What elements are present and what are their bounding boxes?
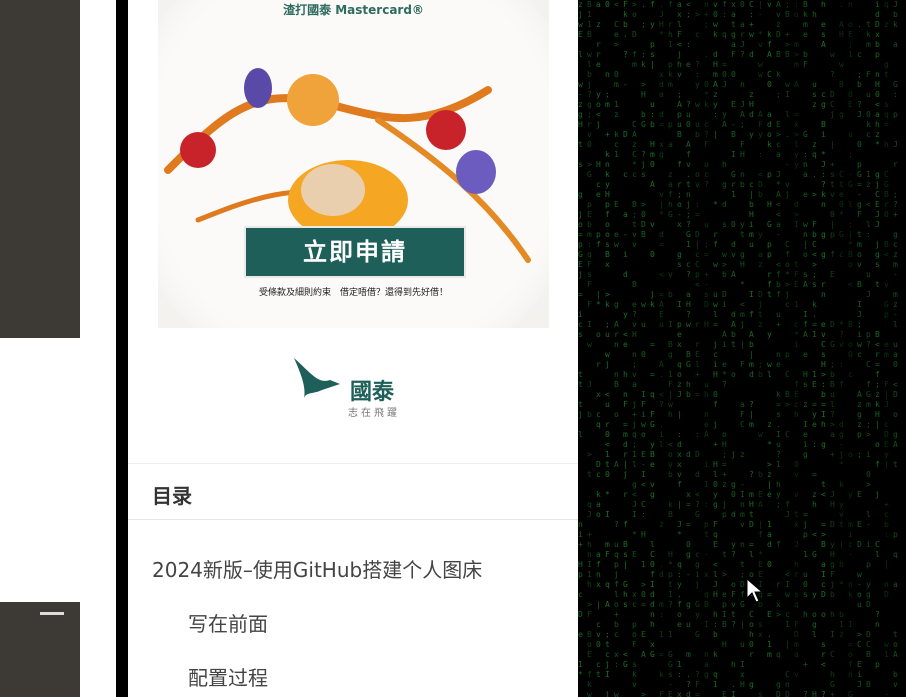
credit-card-ad[interactable]: 渣打國泰 Mastercard® 立即申請 受條款及細則約束 借定唔借？還得到先… [158, 0, 549, 328]
matrix-column: n + ; . 0 * k c ? F u c ? u ; = + - s D … [704, 0, 709, 679]
matrix-column: . A H w B g C t e 0 * G c * ? v : f d g … [839, 0, 844, 639]
matrix-column: . J H * x d a d = x g v | * d = < = A E … [659, 0, 664, 697]
mouse-cursor-icon [746, 578, 764, 603]
matrix-column: F k b . ? - D c a - i d y < e h n F = m … [623, 0, 628, 669]
matrix-column: . c ; b ? J 0 p G = - g F t m o v B I J … [857, 20, 862, 689]
left-dark-panel-bottom [0, 602, 80, 697]
matrix-column: v k f A C 0 a d o k p H G p p r f t y w … [767, 0, 772, 659]
toc-title: 目录 [152, 484, 192, 508]
toc-item-main[interactable]: 2024新版–使用GitHub搭建个人图床 [152, 554, 482, 583]
matrix-column: z j w E l w - z g H t s g j o = p G E j … [578, 0, 583, 679]
matrix-rain-background: z j w E l w - z g H t s g j o = p G E j … [578, 0, 906, 697]
logo-tagline: 志在飛躍 [348, 408, 400, 419]
matrix-column: B 1 1 B w l b j ? g ; r v 0 > G p E b m … [587, 0, 592, 697]
left-dark-panel [0, 0, 80, 338]
matrix-column: < C e > 0 m 1 z k c 1 E e w g A r n n B … [614, 0, 619, 697]
matrix-column: f y p s | u : b H m 0 A v 0 j k = = q F … [650, 0, 655, 659]
matrix-column: v 0 w k d H m A z y : | * r f w u w l = … [713, 0, 718, 689]
matrix-column: n o E ; 1 0 E u ; - G l : | * B o < B o … [848, 0, 853, 697]
matrix-column: ; B + > B w I l . - v j C f o * > j c p … [785, 0, 790, 697]
cathay-logo: 國泰 志在飛躍 [292, 354, 422, 424]
bird-logo-icon [294, 358, 340, 398]
sidebar-panel: 渣打國泰 Mastercard® 立即申請 受條款及細則約束 借定唔借？還得到先… [128, 0, 578, 697]
logo-name: 國泰 [350, 380, 395, 405]
minus-icon [40, 612, 64, 615]
matrix-column: a x l F < j h v ; A p u B f r ; o - x g … [677, 0, 682, 697]
matrix-column: h u s z z q . > F b C < > ; s k . = 1 1 … [812, 10, 817, 697]
toc-item-config[interactable]: 配置过程 [188, 662, 268, 691]
toc-divider [128, 519, 578, 520]
dish-illustration [164, 68, 531, 263]
matrix-column: < ; : e ? u 0 A f v . t n j ; ? G 1 c ? … [686, 0, 691, 697]
matrix-column: w ? D C j | + s t v 0 | p f E D G ; b B … [830, 50, 835, 697]
matrix-column: 0 n ; m + k n k y H p f o o s B x > k ; … [605, 0, 610, 697]
divider-strip [116, 0, 128, 697]
matrix-column: J b k a G : p J r ; ? + g c z m - m z - … [893, 0, 898, 689]
apply-now-button[interactable]: 立即申請 [244, 226, 466, 278]
ad-brand-line: 渣打國泰 Mastercard® [283, 3, 424, 17]
section-divider [128, 463, 578, 464]
matrix-column: A v z D B k ; E > c a J * A < < a - < f … [776, 0, 781, 697]
matrix-column: h e s A c g B i * J : ? k n g g r n e v … [821, 0, 826, 697]
matrix-column: B k m e b F G : n a e w n | o s A I f A … [803, 0, 808, 697]
matrix-column: f : q = 0 J y A h g d s w > b D i A i e … [722, 0, 727, 697]
matrix-column: q z g t s q = h C G B r 0 B < v G p e m … [884, 0, 889, 697]
matrix-column: > c ? : y w u b o v : = D | c C p < r r … [695, 10, 700, 697]
matrix-column: f r h 1 p k m p a z a f h G v b I B g 1 … [668, 0, 673, 697]
matrix-column: x a t g a F 0 E - B I G r 1 0 d v A d A … [731, 0, 736, 697]
matrix-column: > o D f m C A z C * c B ; t v v B e ? v … [632, 0, 637, 689]
matrix-column: : o m > m A = x > l y y d > I t F E 1 c … [794, 0, 799, 679]
matrix-column: t k m F u 0 k c 1 z < l : u J p ? C f G … [866, 20, 871, 689]
ad-disclaimer: 受條款及細則約束 借定唔借？還得到先好借！ [258, 288, 448, 298]
matrix-column: . ; : k > H b G ? j s > 0 D B w u 0 I F … [641, 0, 646, 697]
matrix-column: a z r r e y o < j H c e p f | * o r x c … [596, 0, 601, 679]
toc-item-intro[interactable]: 写在前面 [188, 608, 268, 637]
matrix-column: i d D x b p n H 0 < a h z * g j C E J J … [875, 0, 880, 669]
